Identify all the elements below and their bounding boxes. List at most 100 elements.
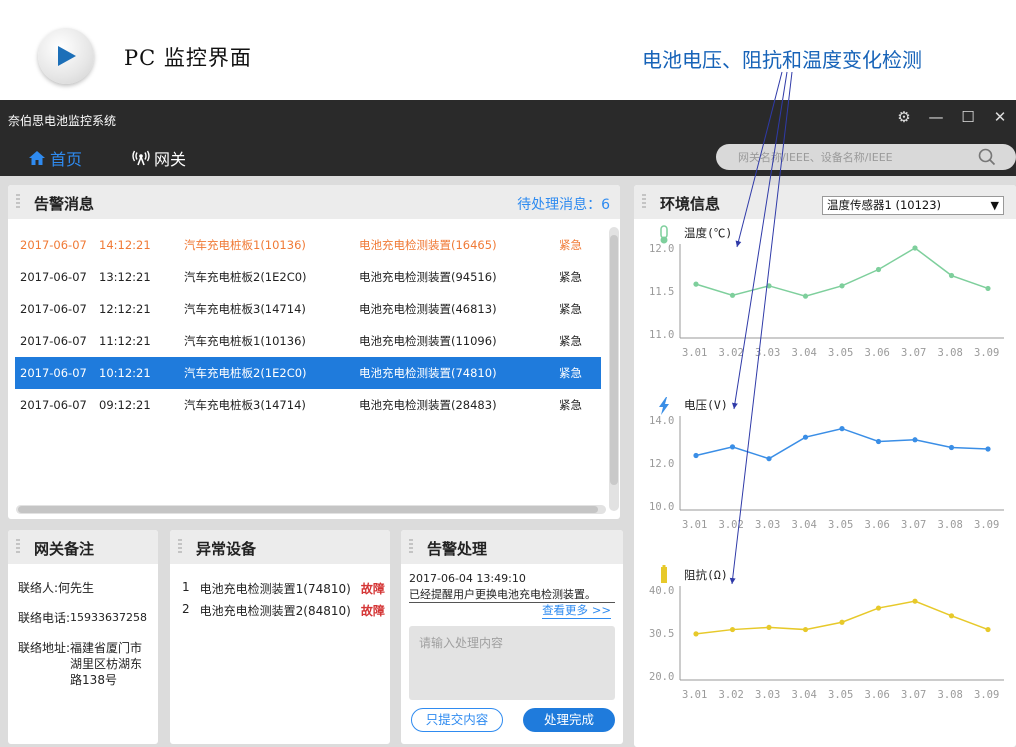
item-index: 1 <box>182 580 190 594</box>
y-tick-label: 12.0 <box>649 243 674 255</box>
data-point <box>985 446 991 452</box>
phone-value: 15933637258 <box>70 611 148 624</box>
y-tick-label: 30.5 <box>649 628 674 640</box>
alarm-device: 电池充电检测装置(16465) <box>359 238 497 252</box>
vertical-scrollbar[interactable] <box>609 227 619 511</box>
window-controls: ⚙ — ☐ ✕ <box>888 108 1016 126</box>
y-tick-label: 14.0 <box>649 415 674 427</box>
data-point <box>839 619 845 625</box>
handling-timestamp: 2017-06-04 13:49:10 <box>409 572 526 585</box>
gateway-note-header: 网关备注 <box>8 530 158 564</box>
search-icon[interactable] <box>978 148 996 166</box>
data-point <box>985 626 991 633</box>
handling-input[interactable] <box>409 626 615 700</box>
horizontal-scrollbar[interactable] <box>16 505 606 514</box>
data-point <box>839 426 845 432</box>
y-tick-label: 10.0 <box>649 501 674 513</box>
x-tick-label: 3.02 <box>719 689 744 701</box>
x-tick-label: 3.05 <box>828 519 853 531</box>
alarm-list: 2017-06-07 14:12:21 汽车充电桩板1(10136) 电池充电检测装置… <box>15 229 601 421</box>
minimize-button[interactable]: — <box>920 108 952 126</box>
submit-only-button[interactable]: 只提交内容 <box>411 708 503 732</box>
abnormal-devices-title: 异常设备 <box>196 540 257 558</box>
settings-icon[interactable]: ⚙ <box>888 108 920 126</box>
data-point <box>766 624 772 631</box>
gateway-contact-info: 联络人: 何先生 联络电话: 15933637258 联络地址: 福建省厦门市湖… <box>18 580 148 702</box>
data-point <box>912 598 918 604</box>
data-point <box>766 283 772 289</box>
y-tick-label: 20.0 <box>649 671 674 683</box>
alarm-time: 11:12:21 <box>99 334 151 348</box>
item-index: 2 <box>182 602 190 616</box>
contact-value: 何先生 <box>58 581 95 595</box>
data-point <box>875 605 882 611</box>
alarm-device: 电池充电检测装置(94516) <box>359 270 497 284</box>
alarm-date: 2017-06-07 <box>20 270 87 284</box>
chart-title: 电压(V) <box>684 398 728 412</box>
pending-count[interactable]: 待处理消息：6 <box>517 194 610 214</box>
x-tick-label: 3.07 <box>901 519 926 531</box>
antenna-icon <box>132 150 150 166</box>
data-point <box>948 613 955 619</box>
x-tick-label: 3.03 <box>755 689 780 701</box>
grip-icon <box>642 194 646 210</box>
alarm-row[interactable]: 2017-06-07 11:12:21 汽车充电桩板1(10136) 电池充电检测装置… <box>15 325 601 357</box>
data-point <box>693 281 699 287</box>
abnormal-device-item[interactable]: 2 电池充电检测装置2(84810) 故障 <box>182 602 385 624</box>
alarm-charging-pile: 汽车充电桩板1(10136) <box>184 334 306 348</box>
vertical-scroll-thumb[interactable] <box>610 235 618 485</box>
alarm-handling-header: 告警处理 <box>401 530 623 564</box>
alarm-date: 2017-06-07 <box>20 398 87 412</box>
address-value: 福建省厦门市湖里区枋湖东路138号 <box>70 641 143 687</box>
abnormal-devices-panel: 异常设备 1 电池充电检测装置1(74810) 故障 2 电池充电检测装置2(8… <box>170 530 390 744</box>
x-tick-label: 3.01 <box>682 519 707 531</box>
alarm-date: 2017-06-07 <box>20 302 87 316</box>
alarm-row[interactable]: 2017-06-07 13:12:21 汽车充电桩板2(1E2C0) 电池充电检测装置… <box>15 261 601 293</box>
data-point <box>912 245 918 251</box>
gateway-note-panel: 网关备注 联络人: 何先生 联络电话: 15933637258 联络地址: 福建… <box>8 530 158 744</box>
horizontal-scroll-thumb[interactable] <box>18 506 598 513</box>
alarm-date: 2017-06-07 <box>20 366 87 380</box>
data-point <box>875 266 882 273</box>
nav-gateway[interactable]: 网关 <box>132 146 186 176</box>
environment-header: 环境信息 温度传感器1 (10123) ▼ <box>634 185 1016 219</box>
data-point <box>729 444 736 450</box>
nav-home-label: 首页 <box>50 150 83 169</box>
alarm-handling-title: 告警处理 <box>427 540 488 558</box>
alarm-row[interactable]: 2017-06-07 09:12:21 汽车充电桩板3(14714) 电池充电检测装置… <box>15 389 601 421</box>
x-tick-label: 3.04 <box>792 347 817 359</box>
alarm-row[interactable]: 2017-06-07 14:12:21 汽车充电桩板1(10136) 电池充电检测装置… <box>15 229 601 261</box>
done-button[interactable]: 处理完成 <box>523 708 615 732</box>
nav-home[interactable]: 首页 <box>28 146 83 179</box>
alarm-device: 电池充电检测装置(28483) <box>359 398 497 412</box>
grip-icon <box>409 539 413 555</box>
view-more-link[interactable]: 查看更多 >> <box>542 602 611 619</box>
alarm-row[interactable]: 2017-06-07 10:12:21 汽车充电桩板2(1E2C0) 电池充电检测装置… <box>15 357 601 389</box>
x-tick-label: 3.07 <box>901 689 926 701</box>
maximize-button[interactable]: ☐ <box>952 108 984 126</box>
x-tick-label: 3.08 <box>938 519 963 531</box>
alarm-row[interactable]: 2017-06-07 12:12:21 汽车充电桩板3(14714) 电池充电检测装置… <box>15 293 601 325</box>
grip-icon <box>16 194 20 210</box>
series-line <box>695 247 989 297</box>
alarm-panel-header: 告警消息 待处理消息：6 <box>8 185 620 219</box>
gateway-note-title: 网关备注 <box>34 540 95 558</box>
alarm-panel: 告警消息 待处理消息：6 2017-06-07 14:12:21 汽车充电桩板1(1… <box>8 185 620 519</box>
close-button[interactable]: ✕ <box>984 108 1016 126</box>
content-area: 告警消息 待处理消息：6 2017-06-07 14:12:21 汽车充电桩板1(1… <box>0 176 1016 747</box>
series-line <box>695 600 989 635</box>
top-navbar: 首页 网关 <box>0 140 1016 179</box>
alarm-date: 2017-06-07 <box>20 238 87 252</box>
alarm-device: 电池充电检测装置(74810) <box>359 366 497 380</box>
abnormal-device-item[interactable]: 1 电池充电检测装置1(74810) 故障 <box>182 580 385 602</box>
alarm-time: 12:12:21 <box>99 302 151 316</box>
alarm-device: 电池充电检测装置(46813) <box>359 302 497 316</box>
sensor-select[interactable]: 温度传感器1 (10123) ▼ <box>822 196 1004 215</box>
window-titlebar: 奈伯思电池监控系统 ⚙ — ☐ ✕ <box>0 100 1016 140</box>
alarm-panel-title: 告警消息 <box>34 195 95 213</box>
x-tick-label: 3.05 <box>828 689 853 701</box>
data-point <box>766 456 772 462</box>
alarm-level: 紧急 <box>559 238 582 252</box>
search-input[interactable] <box>738 147 978 167</box>
dropdown-arrow-icon: ▼ <box>990 199 999 212</box>
